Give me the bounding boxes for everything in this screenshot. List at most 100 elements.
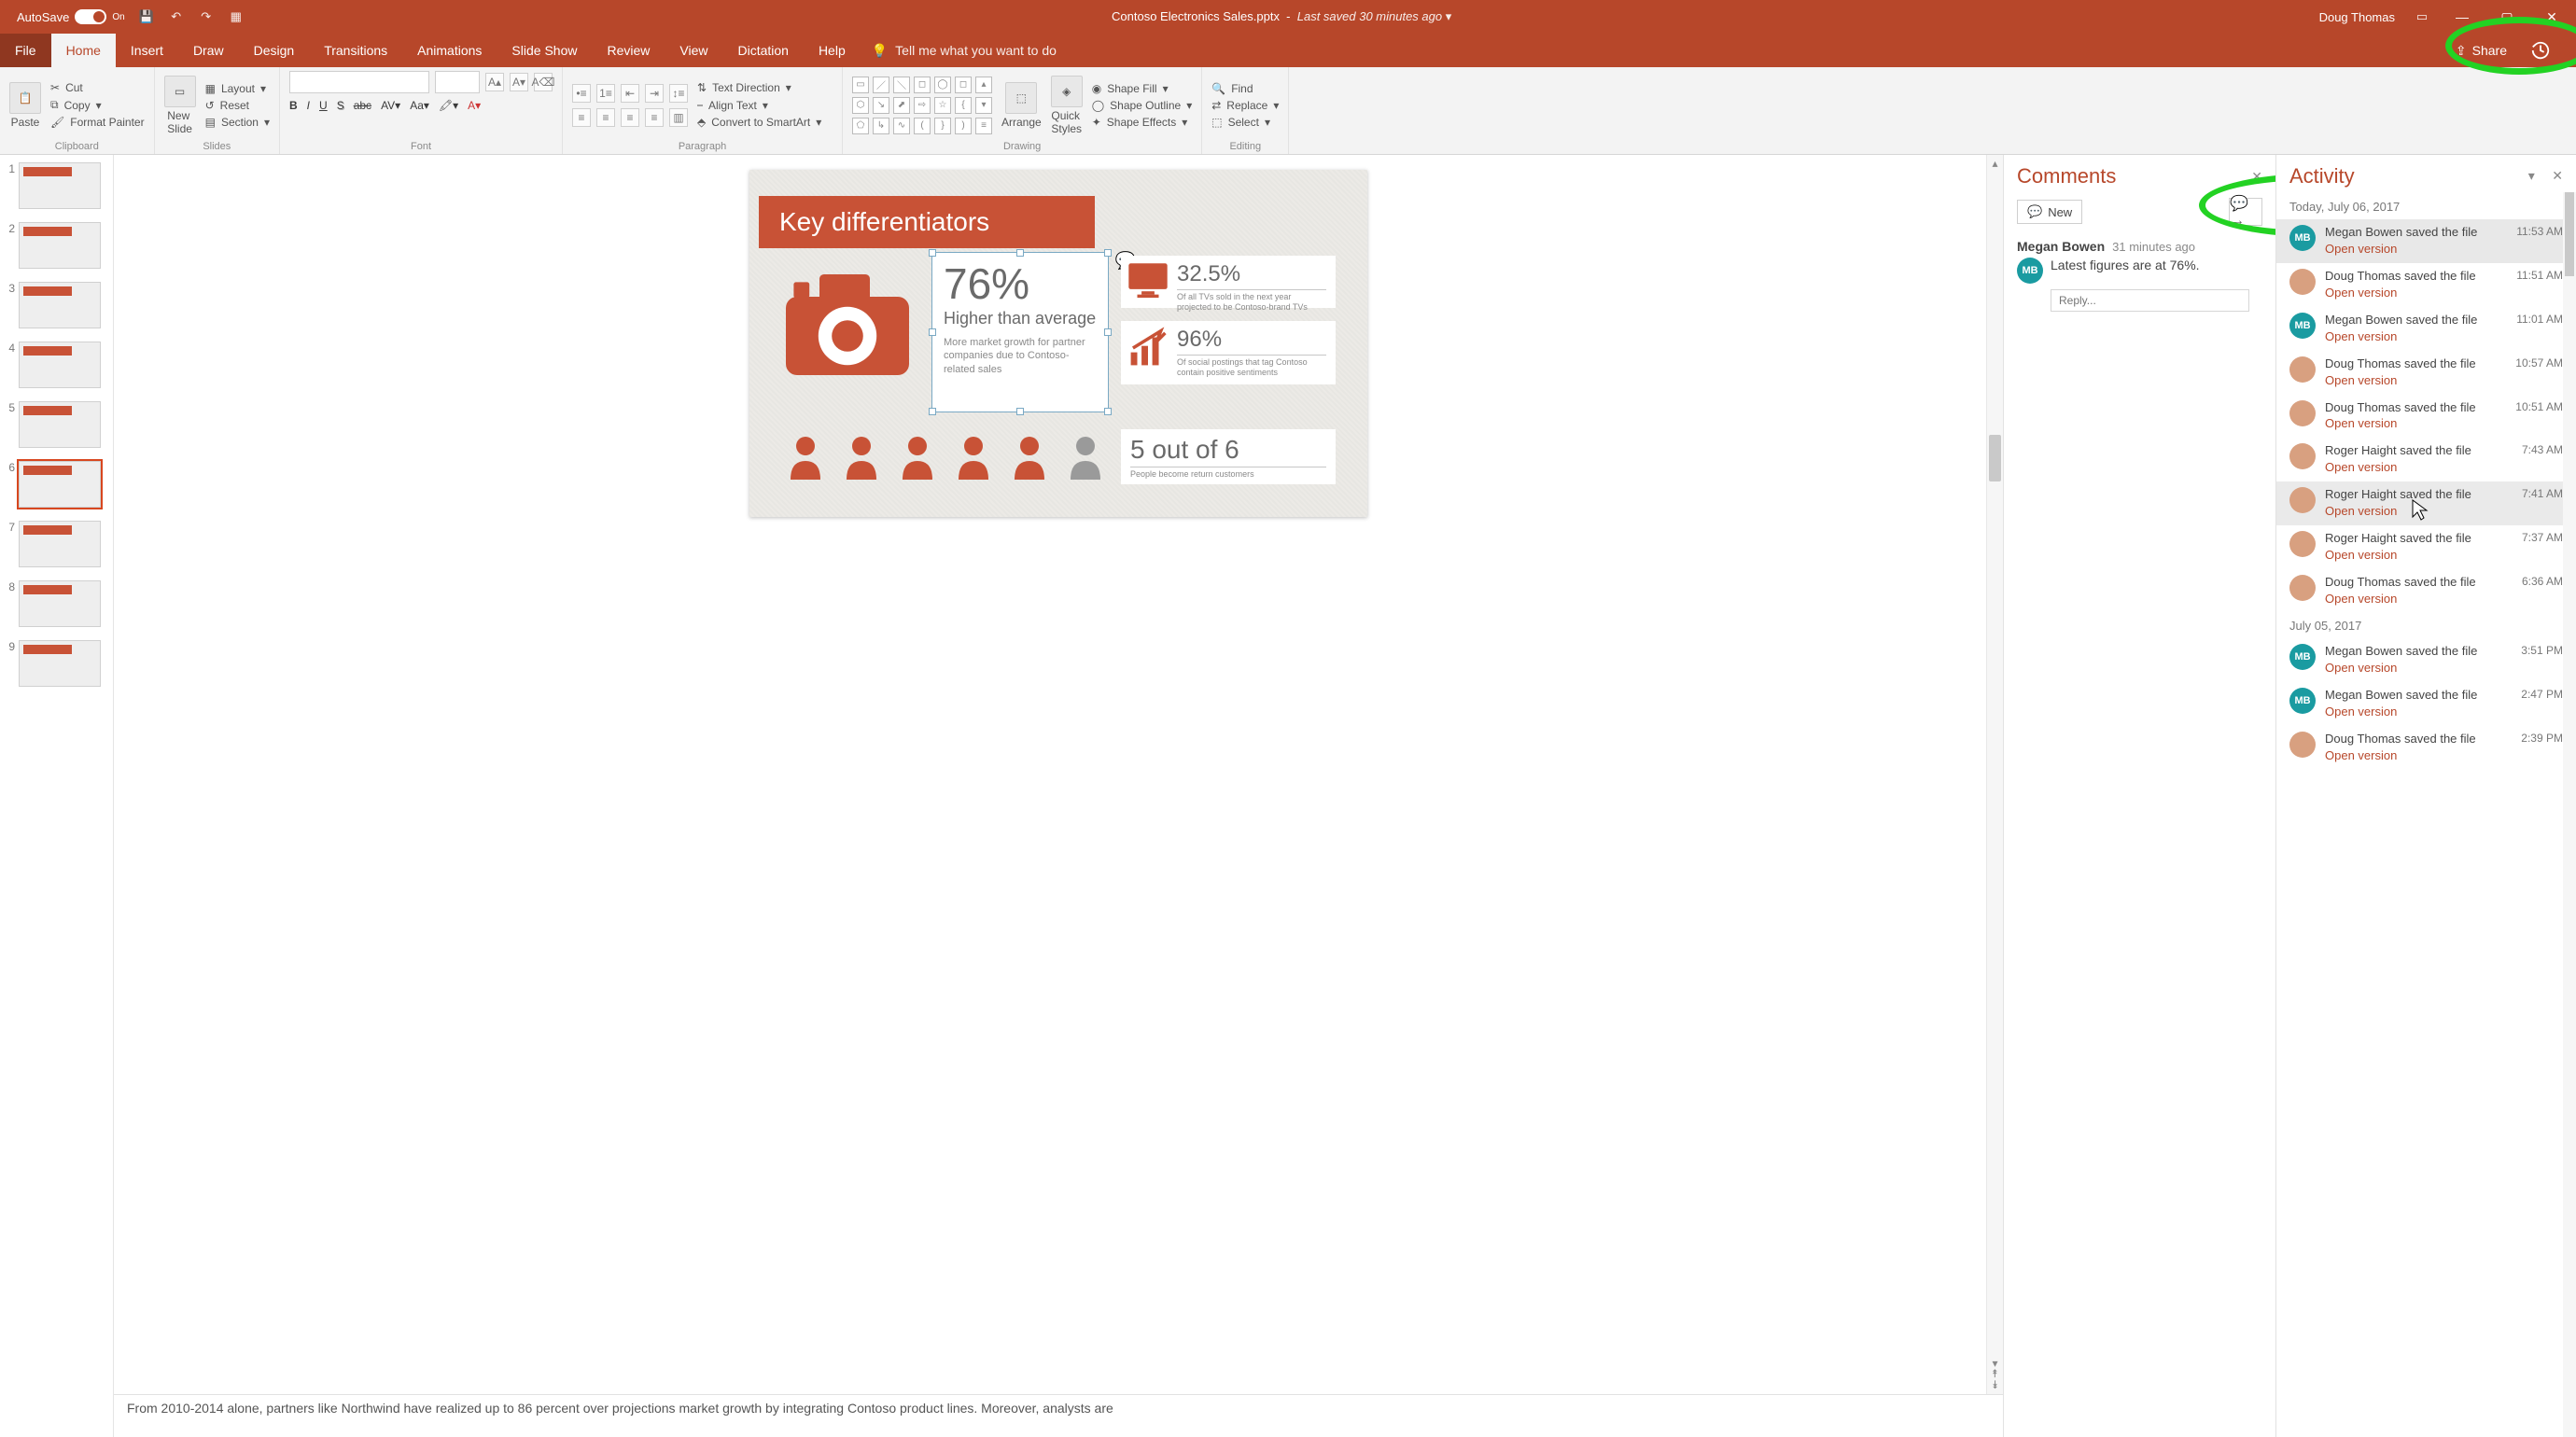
reset-button[interactable]: ↺Reset (205, 99, 270, 112)
activity-item[interactable]: Roger Haight saved the fileOpen version7… (2276, 438, 2576, 481)
tab-review[interactable]: Review (592, 34, 665, 67)
activity-list[interactable]: Today, July 06, 2017MBMegan Bowen saved … (2276, 194, 2576, 1437)
strikethrough-button[interactable]: abc (354, 99, 371, 112)
open-version-link[interactable]: Open version (2325, 748, 2397, 762)
slide-thumbnail[interactable] (19, 401, 101, 448)
slide-thumbnail[interactable] (19, 640, 101, 687)
slide-thumbnail[interactable] (19, 282, 101, 328)
save-icon[interactable]: 💾 (138, 8, 155, 25)
open-version-link[interactable]: Open version (2325, 661, 2397, 675)
layout-button[interactable]: ▦Layout ▾ (205, 82, 270, 95)
thumbnail-row[interactable]: 7★ (4, 521, 109, 567)
tab-home[interactable]: Home (51, 34, 116, 67)
activity-item[interactable]: Roger Haight saved the fileOpen version7… (2276, 481, 2576, 525)
activity-item[interactable]: Doug Thomas saved the fileOpen version11… (2276, 263, 2576, 307)
tab-help[interactable]: Help (804, 34, 861, 67)
thumbnail-row[interactable]: 2★ (4, 222, 109, 269)
bold-button[interactable]: B (289, 99, 298, 112)
comment-item[interactable]: Megan Bowen 31 minutes ago MB Latest fig… (2004, 235, 2275, 315)
next-slide-icon[interactable]: ⯯ (1987, 1378, 2003, 1392)
font-color-button[interactable]: A▾ (468, 99, 481, 112)
open-version-link[interactable]: Open version (2325, 504, 2397, 518)
arrange-button[interactable]: ⬚Arrange (1001, 82, 1042, 129)
quick-styles-button[interactable]: ◈Quick Styles (1051, 76, 1083, 135)
format-painter-button[interactable]: 🖌Format Painter (50, 116, 145, 129)
find-button[interactable]: 🔍Find (1211, 82, 1279, 95)
activity-item[interactable]: Doug Thomas saved the fileOpen version10… (2276, 395, 2576, 439)
paste-button[interactable]: 📋 Paste (9, 82, 41, 129)
underline-button[interactable]: U (319, 99, 328, 112)
font-name-combo[interactable] (289, 71, 429, 93)
tell-me-search[interactable]: 💡 Tell me what you want to do (861, 34, 2446, 67)
justify-button[interactable]: ≡ (645, 108, 664, 127)
thumbnail-row[interactable]: 8★ (4, 580, 109, 627)
activity-item[interactable]: MBMegan Bowen saved the fileOpen version… (2276, 307, 2576, 351)
highlight-button[interactable]: 🖍▾ (439, 99, 458, 112)
next-comment-button[interactable]: 💬→ (2229, 198, 2262, 226)
tab-slideshow[interactable]: Slide Show (497, 34, 592, 67)
activity-item[interactable]: Doug Thomas saved the fileOpen version6:… (2276, 569, 2576, 613)
minimize-button[interactable]: — (2449, 9, 2475, 24)
thumbnail-row[interactable]: 5★ (4, 401, 109, 448)
shadow-button[interactable]: S (337, 99, 344, 112)
slide-thumbnail[interactable] (19, 162, 101, 209)
cut-button[interactable]: ✂Cut (50, 81, 145, 94)
select-button[interactable]: ⬚Select ▾ (1211, 116, 1279, 129)
new-comment-button[interactable]: 💬 New (2017, 200, 2082, 224)
open-version-link[interactable]: Open version (2325, 460, 2397, 474)
stat-box-social[interactable]: 96% Of social postings that tag Contoso … (1121, 321, 1336, 384)
activity-item[interactable]: Doug Thomas saved the fileOpen version10… (2276, 351, 2576, 395)
shapes-gallery[interactable]: ▭／＼◻◯◻▴ ⬡↘⬈⇨☆{▾ ⬠↳∿(})≡ (852, 77, 992, 134)
align-center-button[interactable]: ≡ (596, 108, 615, 127)
activity-scrollbar[interactable] (2563, 192, 2576, 1437)
maximize-button[interactable]: ▢ (2494, 9, 2520, 25)
indent-inc-button[interactable]: ⇥ (645, 84, 664, 103)
tab-file[interactable]: File (0, 34, 51, 67)
open-version-link[interactable]: Open version (2325, 548, 2397, 562)
thumbnail-row[interactable]: 1★ (4, 162, 109, 209)
indent-dec-button[interactable]: ⇤ (621, 84, 639, 103)
align-right-button[interactable]: ≡ (621, 108, 639, 127)
copy-button[interactable]: ⧉Copy ▾ (50, 98, 145, 112)
open-version-link[interactable]: Open version (2325, 286, 2397, 300)
slide-thumbnail[interactable] (19, 461, 101, 508)
ratio-box[interactable]: 5 out of 6 People become return customer… (1121, 429, 1336, 484)
slide-title[interactable]: Key differentiators (759, 196, 1095, 248)
undo-icon[interactable]: ↶ (168, 8, 185, 25)
open-version-link[interactable]: Open version (2325, 242, 2397, 256)
stat-box-tv[interactable]: 32.5% Of all TVs sold in the next year p… (1121, 256, 1336, 308)
thumbnail-row[interactable]: 4★ (4, 342, 109, 388)
columns-button[interactable]: ▥ (669, 108, 688, 127)
tab-dictation[interactable]: Dictation (722, 34, 803, 67)
share-button[interactable]: ⇪ Share (2446, 39, 2516, 63)
slide-thumbnails-pane[interactable]: 1★2★3★4★5★6★7★8★9★ (0, 155, 114, 1437)
autosave-toggle[interactable]: AutoSave On (17, 9, 125, 24)
tab-draw[interactable]: Draw (178, 34, 239, 67)
align-text-button[interactable]: ⎯Align Text ▾ (697, 98, 821, 112)
activity-item[interactable]: MBMegan Bowen saved the fileOpen version… (2276, 219, 2576, 263)
font-size-combo[interactable] (435, 71, 480, 93)
bullets-button[interactable]: •≡ (572, 84, 591, 103)
ribbon-display-icon[interactable]: ▭ (2414, 8, 2430, 25)
scrollbar-thumb[interactable] (1989, 435, 2001, 481)
tab-animations[interactable]: Animations (402, 34, 497, 67)
line-spacing-button[interactable]: ↕≡ (669, 84, 688, 103)
tab-transitions[interactable]: Transitions (309, 34, 402, 67)
tab-view[interactable]: View (665, 34, 722, 67)
scroll-up-icon[interactable]: ▴ (1987, 157, 2003, 170)
activity-close-button[interactable]: ✕ (2552, 168, 2563, 183)
numbering-button[interactable]: 1≡ (596, 84, 615, 103)
slide-thumbnail[interactable] (19, 521, 101, 567)
align-left-button[interactable]: ≡ (572, 108, 591, 127)
slide-thumbnail[interactable] (19, 580, 101, 627)
section-button[interactable]: ▤Section ▾ (205, 116, 270, 129)
open-version-link[interactable]: Open version (2325, 329, 2397, 343)
slide-canvas-area[interactable]: Key differentiators 💬 76% Higher than av… (114, 155, 2003, 1394)
version-history-button[interactable] (2524, 37, 2557, 63)
activity-item[interactable]: Roger Haight saved the fileOpen version7… (2276, 525, 2576, 569)
reply-input[interactable] (2051, 289, 2249, 312)
open-version-link[interactable]: Open version (2325, 592, 2397, 606)
shape-outline-button[interactable]: ◯Shape Outline ▾ (1092, 99, 1193, 112)
open-version-link[interactable]: Open version (2325, 373, 2397, 387)
convert-smartart-button[interactable]: ⬘Convert to SmartArt ▾ (697, 116, 821, 129)
